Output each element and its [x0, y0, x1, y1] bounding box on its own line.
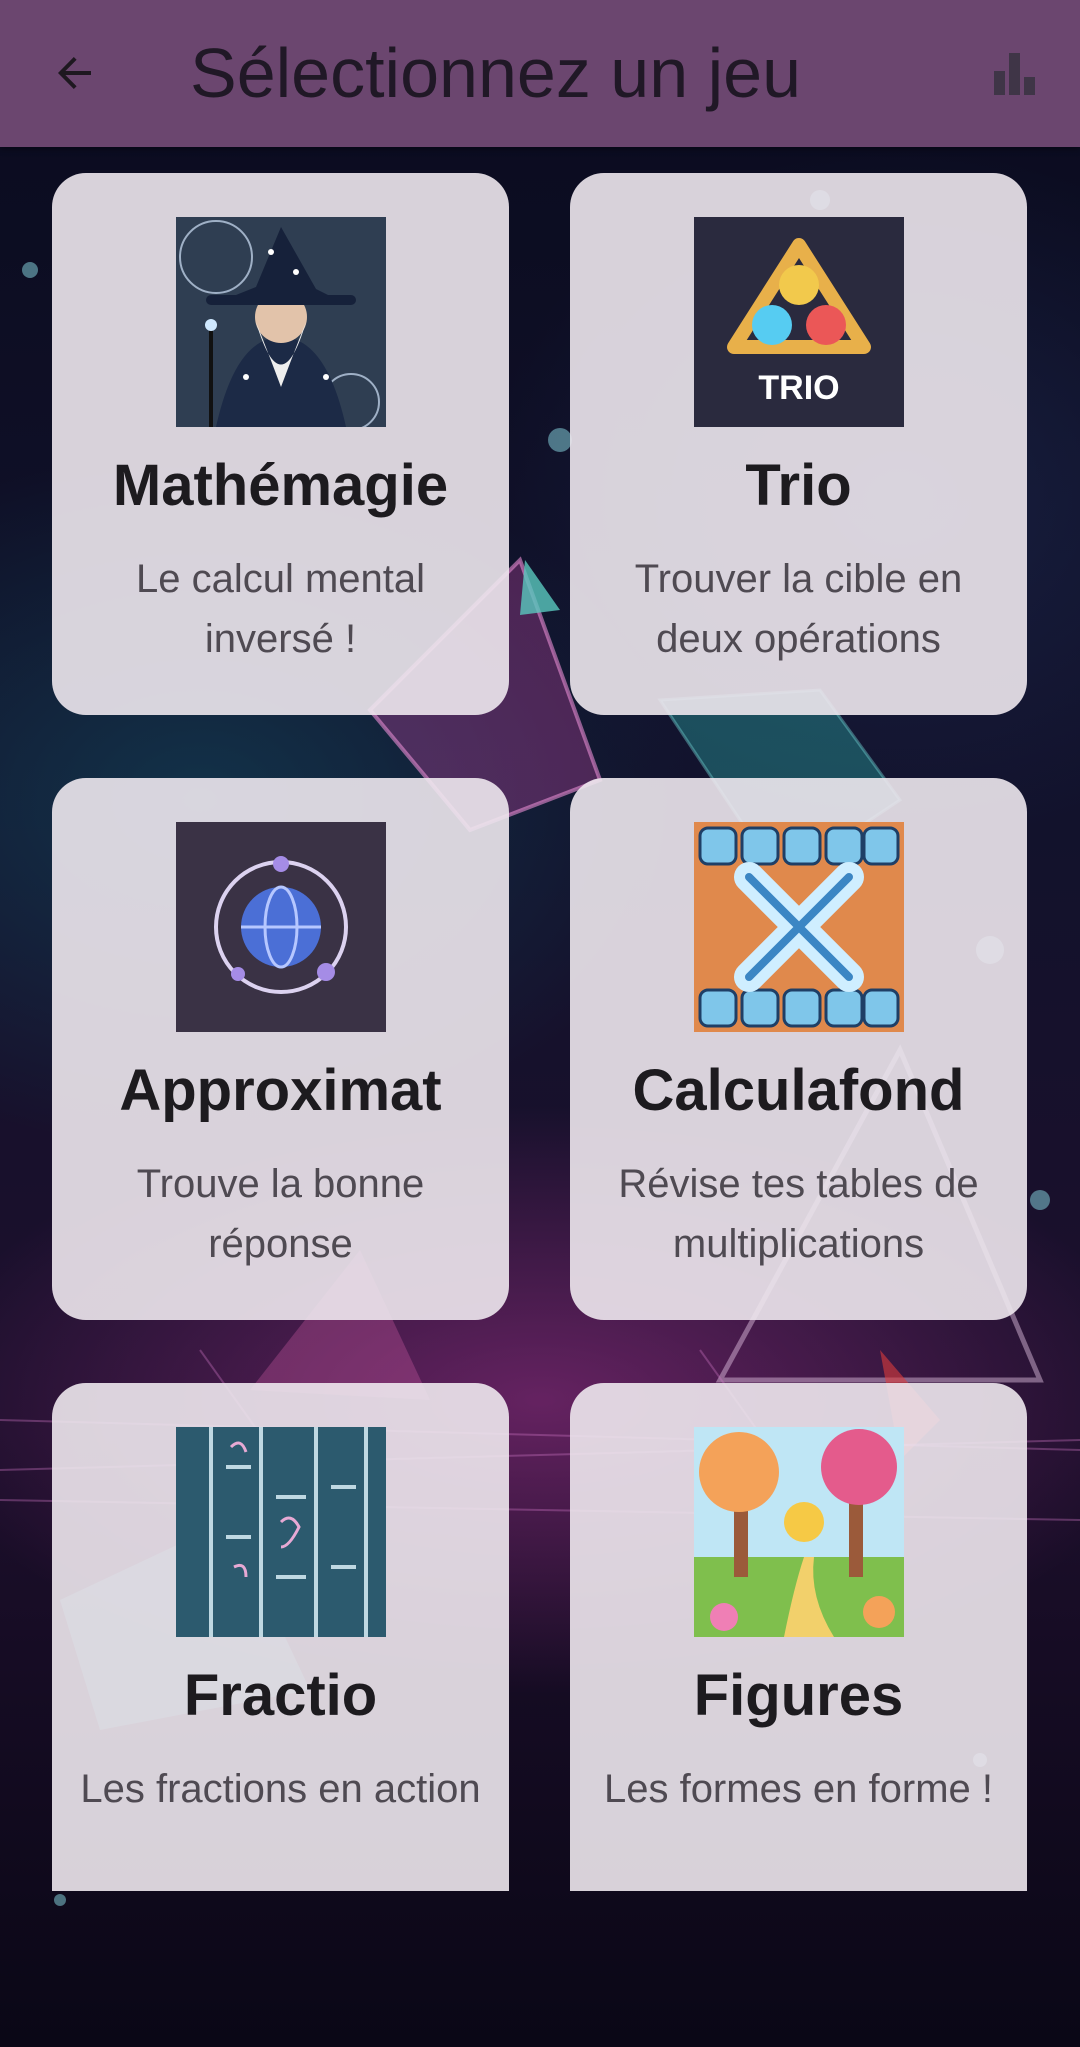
game-title: Approximat [119, 1058, 442, 1123]
trio-logo-image: TRIO [694, 217, 904, 427]
page-title: Sélectionnez un jeu [190, 34, 801, 112]
game-grid: Mathémagie Le calcul mental inversé ! TR… [0, 0, 1080, 2047]
game-subtitle: Trouver la cible en deux opérations [634, 557, 963, 661]
game-subtitle: Le calcul mental inversé ! [135, 557, 426, 661]
bar-chart-icon [994, 53, 1035, 95]
globe-orbit-image [176, 822, 386, 1032]
game-card-fractio[interactable]: Fractio Les fractions en action [52, 1383, 509, 1891]
game-title: Fractio [183, 1663, 378, 1728]
game-title: Trio [745, 453, 852, 518]
game-subtitle: Les formes en forme ! [603, 1767, 994, 1811]
candy-forest-image [694, 1427, 904, 1637]
game-card-figures[interactable]: Figures Les formes en forme ! [570, 1383, 1027, 1891]
back-button[interactable] [40, 38, 110, 108]
app-bar: Sélectionnez un jeu [0, 0, 1080, 147]
trio-logo-text: TRIO [758, 369, 839, 407]
game-title: Calculafond [632, 1058, 965, 1123]
chalkboard-fractions-image [176, 1427, 386, 1637]
game-card-mathemagie[interactable]: Mathémagie Le calcul mental inversé ! [52, 173, 509, 715]
game-subtitle: Révise tes tables de multiplications [618, 1162, 979, 1266]
game-title: Figures [693, 1663, 904, 1728]
game-subtitle: Trouve la bonne réponse [136, 1162, 425, 1266]
number-tiles-image [694, 822, 904, 1032]
game-card-trio[interactable]: TRIO Trio Trouver la cible en deux opéra… [570, 173, 1027, 715]
wizard-image [176, 217, 386, 427]
arrow-back-icon [58, 57, 91, 89]
stats-button[interactable] [985, 40, 1045, 106]
game-title: Mathémagie [112, 453, 449, 518]
game-subtitle: Les fractions en action [80, 1767, 481, 1811]
game-card-approximat[interactable]: Approximat Trouve la bonne réponse [52, 778, 509, 1320]
game-card-calculafond[interactable]: Calculafond Révise tes tables de multipl… [570, 778, 1027, 1320]
